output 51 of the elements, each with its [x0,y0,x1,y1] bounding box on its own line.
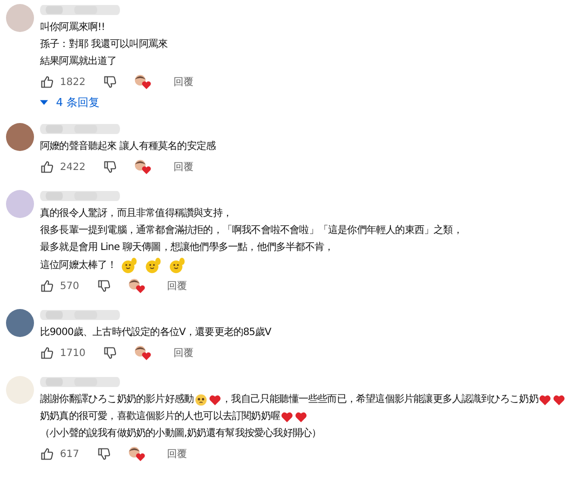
comment-text: 最多就是會用 Line 聊天傳圖，想讓他們學多一點，他們多半都不肯， [40,240,334,255]
avatar-icon[interactable] [6,309,34,337]
creator-heart-icon [133,159,152,175]
dislike-icon[interactable] [103,346,118,360]
waving-blob-icon [144,256,162,274]
comment-text: 真的很令人驚訝，而且非常值得稱讚與支持， [40,206,232,221]
dislike-icon[interactable] [97,447,112,461]
like-icon[interactable] [40,346,54,360]
comment-text: 謝謝你翻譯ひろこ奶奶的影片好感動 [40,392,194,407]
waving-blob-icon [168,256,186,274]
creator-heart-icon [127,446,146,462]
dislike-icon[interactable] [103,160,118,174]
avatar-icon[interactable] [6,123,34,151]
dislike-icon[interactable] [103,75,118,89]
like-icon[interactable] [40,279,54,293]
comment-text: 結果阿罵就出道了 [40,54,117,69]
heart-icon [281,410,294,422]
pleading-face-icon [194,394,207,406]
like-count: 1822 [60,76,86,88]
like-icon[interactable] [40,75,54,89]
dislike-icon[interactable] [97,279,112,293]
like-count: 1710 [60,348,86,358]
reply-button[interactable]: 回覆 [173,160,194,174]
reply-button[interactable]: 回覆 [173,346,194,360]
caret-icon [40,100,48,105]
creator-heart-icon [127,278,146,294]
heart-icon [539,394,552,406]
heart-icon [295,410,308,422]
comment-text: 阿嬤的聲音聽起來 讓人有種莫名的安定感 [40,140,216,154]
comment-text: 比9000歲、上古時代設定的各位V，還要更老的85歲V [40,326,272,340]
like-count: 617 [60,448,80,460]
creator-heart-icon [133,74,152,90]
reply-button[interactable]: 回覆 [167,447,188,461]
like-count: 2422 [60,162,86,172]
comment-text: 很多長輩一提到電腦，通常都會滿抗拒的，「啊我不會啦不會啦」「這是你們年輕人的東西」之類， [40,224,462,238]
comment-text: 這位阿嬤太棒了！ [40,258,117,272]
comment-text: 孫子：對耶 我還可以叫阿罵來 [40,38,168,52]
reply-button[interactable]: 回覆 [173,75,194,89]
waving-blob-icon [120,256,138,274]
heart-icon [208,394,221,406]
heart-icon [553,394,566,406]
comment-text: （小小聲的說我有做奶奶的小動圖,奶奶還有幫我按愛心我好開心） [40,426,322,441]
like-count: 570 [60,280,80,292]
comment-text: 叫你阿罵來啊!! [40,20,105,35]
reply-button[interactable]: 回覆 [167,279,188,293]
like-icon[interactable] [40,160,54,174]
comment-text: 奶奶真的很可愛，喜歡這個影片的人也可以去訂閱奶奶喔 [40,410,280,424]
creator-heart-icon [133,345,152,361]
comment-text: ，我自己只能聽懂一些些而已，希望這個影片能讓更多人認識到ひろこ奶奶 [222,392,538,407]
like-icon[interactable] [40,447,54,461]
view-replies-button[interactable]: 4 条回复 [40,95,194,110]
